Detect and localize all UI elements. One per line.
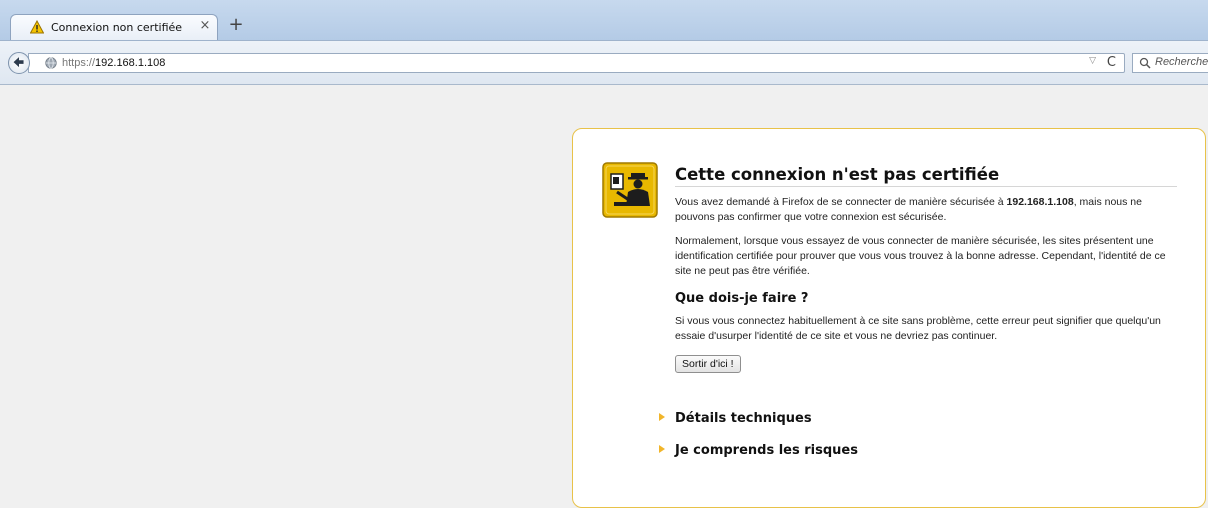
understand-risks-expander[interactable]: Je comprends les risques [659, 443, 858, 458]
warning-icon [30, 20, 44, 34]
reload-icon[interactable]: C [1107, 55, 1116, 70]
navigation-bar: https://192.168.1.108 ▽ C Rechercher [0, 40, 1208, 85]
tab-title: Connexion non certifiée [51, 21, 183, 34]
dropdown-icon[interactable]: ▽ [1089, 56, 1096, 66]
search-icon [1139, 57, 1151, 69]
intro-host: 192.168.1.108 [1006, 196, 1074, 208]
tab-active[interactable]: Connexion non certifiée × [10, 14, 218, 40]
url-text: https://192.168.1.108 [62, 56, 165, 70]
what-to-do-heading: Que dois-je faire ? [675, 291, 809, 306]
expand-triangle-icon [659, 445, 665, 453]
explanation-paragraph: Normalement, lorsque vous essayez de vou… [675, 235, 1166, 277]
page-title: Cette connexion n'est pas certifiée [675, 165, 1177, 187]
plus-icon[interactable]: + [226, 15, 246, 35]
url-bar[interactable]: https://192.168.1.108 ▽ C [28, 53, 1125, 73]
technical-details-label: Détails techniques [675, 411, 812, 426]
intro-paragraph: Vous avez demandé à Firefox de se connec… [675, 195, 1177, 225]
technical-details-expander[interactable]: Détails techniques [659, 411, 812, 426]
close-icon[interactable]: × [197, 18, 213, 34]
expand-triangle-icon [659, 413, 665, 421]
understand-risks-label: Je comprends les risques [675, 443, 858, 458]
globe-icon [45, 57, 57, 69]
exit-button[interactable]: Sortir d'ici ! [675, 355, 741, 373]
tab-strip: Connexion non certifiée × + [0, 0, 1208, 40]
error-text-column: Cette connexion n'est pas certifiée Vous… [675, 165, 1177, 373]
intro-text-1: Vous avez demandé à Firefox de se connec… [675, 196, 1007, 208]
back-arrow-icon [13, 57, 24, 68]
url-host: 192.168.1.108 [95, 57, 166, 69]
search-placeholder: Rechercher [1155, 56, 1208, 68]
page-content: Cette connexion n'est pas certifiée Vous… [0, 85, 1208, 508]
advice-paragraph: Si vous vous connectez habituellement à … [675, 315, 1161, 342]
search-bar[interactable]: Rechercher [1132, 53, 1208, 73]
identity-badge-icon [602, 162, 658, 218]
back-button[interactable] [8, 52, 30, 74]
url-scheme: https:// [62, 57, 96, 69]
error-panel: Cette connexion n'est pas certifiée Vous… [572, 128, 1206, 508]
